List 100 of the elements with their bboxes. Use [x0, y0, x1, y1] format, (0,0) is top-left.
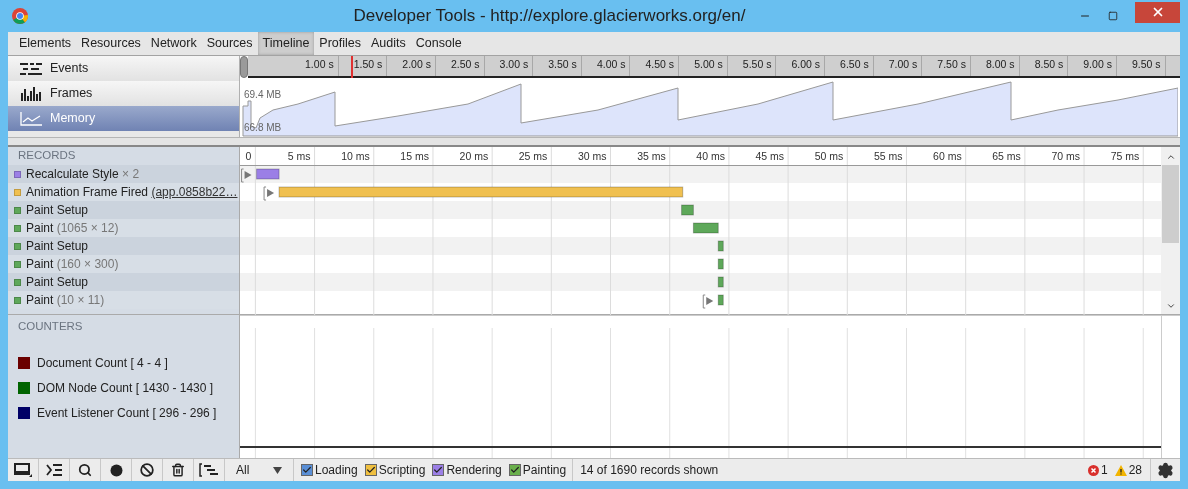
ruler-label: 6.50 s — [840, 57, 869, 73]
overview-mode-item[interactable]: Events — [8, 56, 239, 81]
counter-swatch[interactable] — [18, 381, 30, 394]
ruler-label: 4.50 s — [645, 57, 675, 73]
record-detail: × 2 — [122, 167, 140, 181]
flame-chart-icon[interactable] — [199, 463, 219, 477]
tick-label: 70 ms — [1051, 150, 1081, 162]
panel-tab[interactable]: Sources — [201, 32, 258, 55]
record-name: Paint Setup — [26, 203, 89, 217]
splitter-bar[interactable] — [8, 137, 1180, 147]
ruler-label: 6.00 s — [791, 57, 821, 73]
category-label: Loading — [315, 462, 358, 479]
expand-toggle-icon[interactable] — [241, 168, 252, 183]
record-name: Animation Frame Fired — [26, 185, 149, 199]
ruler-label: 1.50 s — [353, 57, 383, 73]
record-name: Paint — [26, 257, 54, 271]
source-link[interactable]: (app.0858b22… — [151, 185, 238, 199]
ruler-label: 9.00 s — [1083, 57, 1112, 73]
record-bar[interactable] — [717, 258, 724, 270]
tick-label: 0 — [245, 150, 252, 162]
records-header: RECORDS — [18, 148, 76, 164]
bar-chart-icon — [21, 86, 41, 101]
tick-label: 15 ms — [400, 150, 429, 162]
panel-tab[interactable]: Console — [410, 32, 467, 55]
record-detail: (160 × 300) — [56, 257, 119, 271]
panel-tab[interactable]: Elements — [14, 32, 77, 55]
ruler-label: 8.50 s — [1034, 57, 1064, 73]
record-detail: (1065 × 12) — [56, 221, 119, 235]
status-text: 14 of 1690 records shown — [579, 462, 720, 479]
record-name: Recalculate Style — [26, 167, 119, 181]
record-bar[interactable] — [717, 294, 724, 306]
tick-label: 5 ms — [287, 150, 311, 162]
ruler-label: 9.50 s — [1131, 57, 1161, 73]
ruler-label: 4.00 s — [596, 57, 626, 73]
record-bar[interactable] — [256, 168, 280, 180]
panel-tab[interactable]: Timeline — [257, 32, 315, 55]
search-icon[interactable] — [78, 463, 92, 477]
browser-logo-icon — [12, 8, 28, 24]
tick-label: 75 ms — [1110, 150, 1140, 162]
counter-label: DOM Node Count [ 1430 - 1430 ] — [37, 379, 214, 397]
counter-swatch[interactable] — [18, 356, 30, 369]
record-name: Paint — [26, 221, 54, 235]
record-name: Paint Setup — [26, 275, 89, 289]
ruler-label: 2.00 s — [402, 57, 431, 73]
ruler-label: 7.00 s — [888, 57, 918, 73]
clear-icon[interactable] — [140, 463, 154, 477]
overview-mode-item[interactable]: Frames — [8, 81, 239, 106]
ruler-label: 1.00 s — [305, 57, 334, 73]
panel-tab[interactable]: Network — [145, 32, 202, 55]
tick-label: 65 ms — [992, 150, 1021, 162]
memory-min-label: 66.8 MB — [244, 121, 282, 135]
counter-label: Document Count [ 4 - 4 ] — [37, 354, 168, 372]
category-checkbox[interactable] — [432, 464, 445, 476]
tick-label: 35 ms — [637, 150, 666, 162]
ruler-label: 3.00 s — [499, 57, 529, 73]
category-checkbox[interactable] — [301, 464, 313, 476]
record-name: Paint Setup — [26, 239, 89, 253]
panel-tab[interactable]: Resources — [76, 32, 146, 55]
panel-tab[interactable]: Audits — [366, 32, 411, 55]
scroll-up-icon[interactable] — [1165, 152, 1176, 162]
category-checkbox[interactable] — [364, 464, 377, 476]
category-checkbox[interactable] — [508, 464, 521, 476]
category-label: Rendering — [446, 462, 502, 479]
warning-count: 28 — [1128, 462, 1142, 479]
dock-icon[interactable] — [14, 463, 32, 477]
time-marker — [351, 56, 353, 78]
console-icon[interactable] — [46, 464, 62, 476]
counter-label: Event Listener Count [ 296 - 296 ] — [37, 404, 217, 422]
memory-max-label: 69.4 MB — [244, 88, 282, 102]
close-button[interactable] — [1135, 1, 1180, 23]
counter-swatch[interactable] — [18, 406, 30, 419]
expand-toggle-icon[interactable] — [702, 294, 714, 309]
record-bar[interactable] — [692, 222, 719, 234]
record-icon[interactable] — [109, 463, 123, 477]
tick-label: 25 ms — [518, 150, 548, 162]
record-detail: (10 × 11) — [56, 293, 105, 307]
settings-icon[interactable] — [1157, 461, 1174, 479]
overview-grip-handle[interactable] — [240, 56, 248, 78]
scrollbar[interactable] — [1161, 147, 1180, 314]
counters-header: COUNTERS — [18, 319, 84, 334]
record-bar[interactable] — [717, 240, 724, 252]
ruler-label: 8.00 s — [986, 57, 1015, 73]
trash-icon[interactable] — [171, 463, 185, 477]
tick-label: 45 ms — [755, 150, 785, 162]
expand-toggle-icon[interactable] — [263, 186, 275, 201]
panel-tab[interactable]: Profiles — [314, 32, 367, 55]
warning-icon[interactable] — [1114, 464, 1127, 476]
scroll-down-icon[interactable] — [1165, 301, 1176, 311]
ruler-label: 5.50 s — [742, 57, 772, 73]
filter-dropdown[interactable]: All — [225, 459, 294, 481]
record-bar[interactable] — [717, 276, 724, 288]
tick-label: 30 ms — [577, 150, 607, 162]
category-label: Painting — [522, 462, 567, 479]
dropdown-caret-icon — [273, 466, 282, 474]
window-title: Developer Tools - http://explore.glacierworks.org/en/ — [353, 5, 746, 28]
tick-label: 20 ms — [459, 150, 489, 162]
record-bar[interactable] — [681, 204, 694, 216]
record-name: Paint — [26, 293, 54, 307]
error-icon[interactable] — [1087, 464, 1099, 476]
ruler-label: 2.50 s — [450, 57, 480, 73]
